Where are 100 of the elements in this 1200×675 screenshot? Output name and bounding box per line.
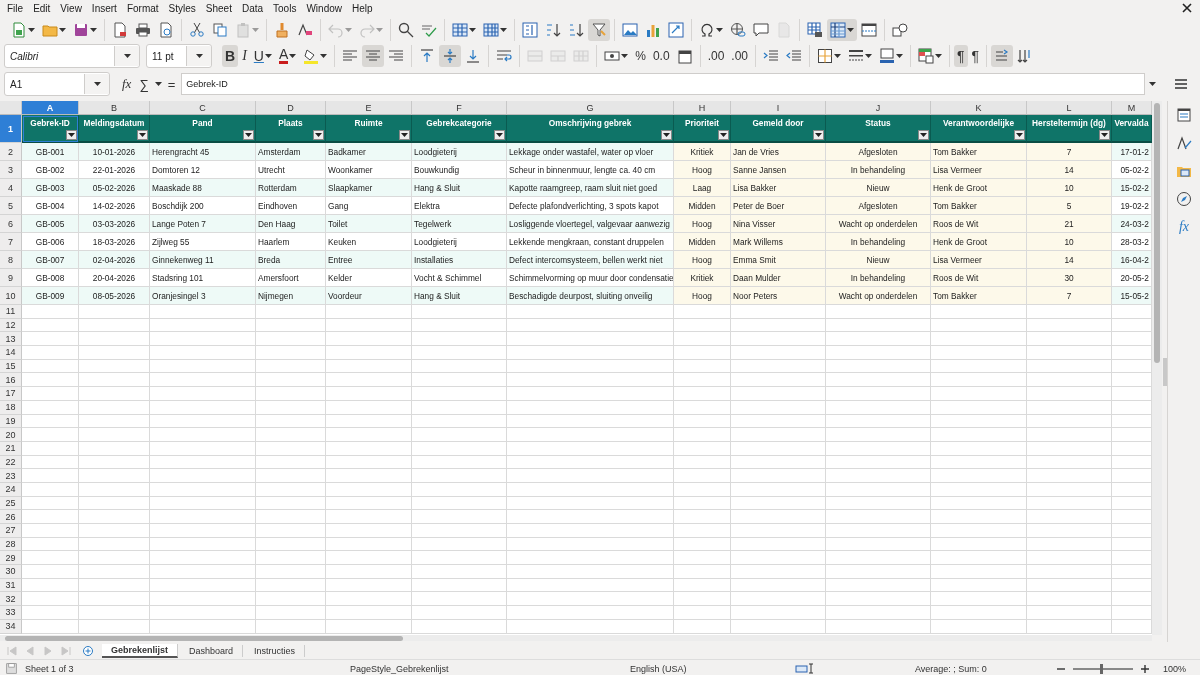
column-header[interactable]: M bbox=[1112, 101, 1152, 115]
add-sheet-icon[interactable] bbox=[82, 644, 94, 657]
close-icon[interactable] bbox=[1182, 3, 1192, 13]
delete-decimal-button[interactable]: .00 bbox=[728, 45, 751, 67]
slider-thumb[interactable] bbox=[1100, 663, 1103, 674]
autofilter-button[interactable] bbox=[588, 19, 610, 41]
row-header[interactable]: 4 bbox=[0, 179, 22, 197]
sum-button[interactable]: ∑ bbox=[137, 76, 151, 92]
conditional-format-button[interactable] bbox=[915, 45, 945, 67]
bold-button[interactable]: B bbox=[222, 45, 239, 67]
row-header[interactable]: 1 bbox=[0, 115, 22, 143]
row-header[interactable]: 5 bbox=[0, 197, 22, 215]
left-to-right-button[interactable]: ¶ bbox=[954, 45, 968, 67]
column-header[interactable]: E bbox=[326, 101, 412, 115]
filter-button[interactable] bbox=[494, 130, 505, 140]
number-format-button[interactable]: 0.0 bbox=[649, 45, 673, 67]
row-header[interactable]: 17 bbox=[0, 387, 22, 401]
row-header[interactable]: 8 bbox=[0, 251, 22, 269]
column-header[interactable]: A bbox=[22, 101, 79, 115]
row-header[interactable]: 23 bbox=[0, 469, 22, 483]
column-header[interactable]: I bbox=[731, 101, 826, 115]
menu-icon[interactable] bbox=[1174, 78, 1188, 90]
filter-button[interactable] bbox=[661, 130, 672, 140]
right-to-left-button[interactable]: ¶ bbox=[968, 45, 983, 67]
align-middle-button[interactable] bbox=[439, 45, 462, 67]
menu-item[interactable]: Styles bbox=[163, 3, 201, 14]
column-header[interactable]: J bbox=[826, 101, 931, 115]
filter-button[interactable] bbox=[1099, 130, 1110, 140]
table-cell bbox=[674, 565, 731, 579]
row-header[interactable]: 16 bbox=[0, 373, 22, 388]
align-center-button[interactable] bbox=[362, 45, 385, 67]
row-header[interactable]: 7 bbox=[0, 233, 22, 251]
column-header[interactable]: F bbox=[412, 101, 507, 115]
filter-button[interactable] bbox=[813, 130, 824, 140]
row-header[interactable]: 27 bbox=[0, 524, 22, 538]
menu-item[interactable]: Insert bbox=[86, 3, 122, 14]
menu-item[interactable]: View bbox=[55, 3, 87, 14]
menu-item[interactable]: Sheet bbox=[200, 3, 237, 14]
sort-button[interactable] bbox=[519, 19, 541, 41]
percent-button[interactable]: % bbox=[632, 45, 649, 67]
row-header[interactable]: 10 bbox=[0, 287, 22, 305]
formula-input[interactable]: Gebrek-ID bbox=[181, 73, 1145, 95]
row-header[interactable]: 32 bbox=[0, 592, 22, 607]
menu-item[interactable]: Data bbox=[236, 3, 269, 14]
sidebar-handle[interactable] bbox=[1163, 357, 1167, 386]
italic-button[interactable]: I bbox=[239, 45, 250, 67]
filter-button[interactable] bbox=[918, 130, 929, 140]
floppy-icon[interactable] bbox=[6, 663, 17, 674]
column-header[interactable]: L bbox=[1027, 101, 1112, 115]
column-header[interactable]: C bbox=[150, 101, 256, 115]
row-header[interactable]: 33 bbox=[0, 606, 22, 620]
row-header[interactable]: 9 bbox=[0, 269, 22, 287]
row-header[interactable]: 3 bbox=[0, 161, 22, 179]
name-box[interactable]: A1 bbox=[4, 72, 110, 96]
navigator-button[interactable] bbox=[1174, 189, 1194, 209]
underline-button[interactable]: U bbox=[250, 45, 275, 67]
sheet-tab[interactable]: Instructies bbox=[245, 644, 306, 657]
filter-button[interactable] bbox=[718, 130, 729, 140]
filter-button[interactable] bbox=[66, 130, 77, 140]
row-header[interactable]: 26 bbox=[0, 510, 22, 524]
row-header[interactable]: 13 bbox=[0, 332, 22, 347]
menu-item[interactable]: Window bbox=[301, 3, 347, 14]
column-header[interactable]: G bbox=[507, 101, 674, 115]
properties-button[interactable] bbox=[1174, 105, 1194, 125]
menu-item[interactable]: File bbox=[2, 3, 29, 14]
freeze-rows-columns-button[interactable] bbox=[827, 19, 857, 41]
menu-item[interactable]: Tools bbox=[268, 3, 302, 14]
column-header[interactable]: D bbox=[256, 101, 326, 115]
row-header[interactable]: 2 bbox=[0, 143, 22, 161]
column-header[interactable]: H bbox=[674, 101, 731, 115]
row-header[interactable]: 14 bbox=[0, 346, 22, 360]
row-header[interactable]: 29 bbox=[0, 551, 22, 566]
pivot-table-button[interactable] bbox=[665, 19, 687, 41]
add-decimal-button[interactable]: .00 bbox=[704, 45, 728, 67]
vertical-scrollbar[interactable] bbox=[1152, 101, 1162, 635]
font-color-button[interactable]: A bbox=[275, 45, 300, 67]
sheet-tab[interactable]: Gebrekenlijst bbox=[102, 643, 179, 658]
row-header[interactable]: 30 bbox=[0, 565, 22, 579]
filter-button[interactable] bbox=[1014, 130, 1025, 140]
font-size-field[interactable]: 11 pt bbox=[146, 44, 212, 68]
filter-button[interactable] bbox=[399, 130, 410, 140]
sheet-tab[interactable]: Dashboard bbox=[180, 644, 244, 657]
column-header[interactable]: B bbox=[79, 101, 150, 115]
column-header[interactable]: K bbox=[931, 101, 1027, 115]
text-direction-button[interactable] bbox=[991, 45, 1014, 67]
row-header[interactable]: 6 bbox=[0, 215, 22, 233]
menu-item[interactable]: Edit bbox=[28, 3, 56, 14]
row-header[interactable]: 11 bbox=[0, 305, 22, 319]
filter-button[interactable] bbox=[313, 130, 324, 140]
function-wizard-button[interactable]: fx bbox=[120, 76, 134, 92]
font-name-field[interactable]: Calibri bbox=[4, 44, 140, 68]
functions-button[interactable]: fx bbox=[1176, 217, 1192, 237]
row-header[interactable]: 20 bbox=[0, 428, 22, 442]
formula-button[interactable]: = bbox=[165, 76, 178, 92]
menu-item[interactable]: Help bbox=[347, 3, 378, 14]
filter-button[interactable] bbox=[137, 130, 148, 140]
selection-mode-icon[interactable] bbox=[795, 663, 815, 674]
filter-button[interactable] bbox=[243, 130, 254, 140]
menu-item[interactable]: Format bbox=[121, 3, 164, 14]
horizontal-scrollbar[interactable] bbox=[0, 635, 1152, 641]
